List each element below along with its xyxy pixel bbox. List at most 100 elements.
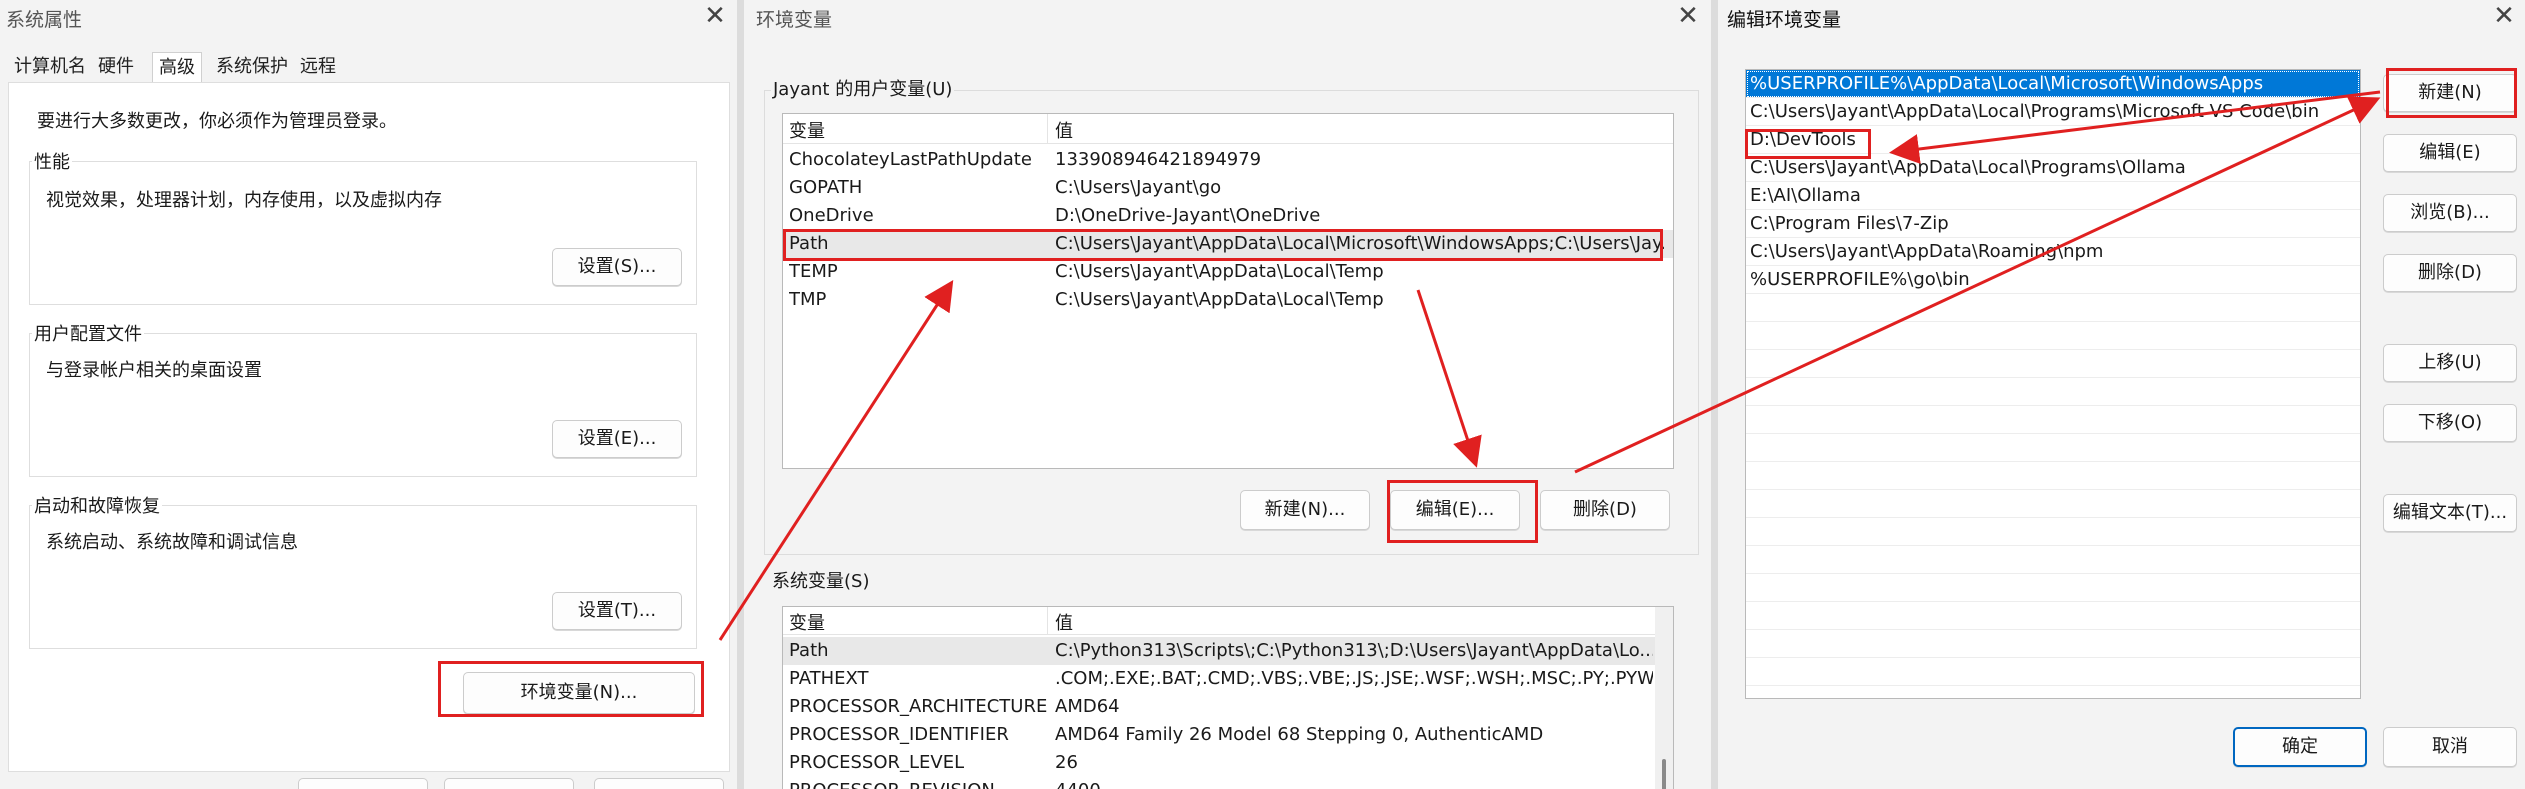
column-variable[interactable]: 变量	[789, 609, 825, 635]
user-profiles-settings-button[interactable]: 设置(E)...	[552, 420, 682, 458]
empty-list-row[interactable]	[1746, 406, 2360, 434]
environment-variables-window: 环境变量 ✕ Jayant 的用户变量(U) 变量 值 ChocolateyLa…	[744, 0, 1711, 789]
empty-list-row[interactable]	[1746, 322, 2360, 350]
column-variable[interactable]: 变量	[789, 117, 825, 143]
table-row[interactable]: OneDrive D:\OneDrive-Jayant\OneDrive	[783, 202, 1673, 230]
column-divider[interactable]	[1047, 607, 1048, 635]
path-list[interactable]: %USERPROFILE%\AppData\Local\Microsoft\Wi…	[1745, 69, 2361, 699]
tab-strip: 计算机名 硬件 高级 系统保护 远程	[8, 52, 342, 82]
empty-list-row[interactable]	[1746, 490, 2360, 518]
var-value: C:\Users\Jayant\go	[1055, 177, 1222, 198]
user-variables-table[interactable]: 变量 值 ChocolateyLastPathUpdate 1339089464…	[782, 113, 1674, 469]
list-item[interactable]: C:\Program Files\7-Zip	[1746, 210, 2360, 238]
startup-recovery-desc: 系统启动、系统故障和调试信息	[46, 532, 298, 553]
empty-list-row[interactable]	[1746, 602, 2360, 630]
column-value[interactable]: 值	[1055, 117, 1073, 143]
table-row[interactable]: PROCESSOR_REVISION 4400	[783, 777, 1673, 789]
system-variables-table[interactable]: 变量 值 Path C:\Python313\Scripts\;C:\Pytho…	[782, 606, 1674, 789]
empty-list-row[interactable]	[1746, 546, 2360, 574]
performance-group: 性能 视觉效果，处理器计划，内存使用，以及虚拟内存 设置(S)...	[29, 148, 697, 305]
performance-settings-button[interactable]: 设置(S)...	[552, 248, 682, 286]
empty-list-row[interactable]	[1746, 378, 2360, 406]
cancel-button[interactable]: 取消	[2383, 727, 2517, 767]
move-down-button[interactable]: 下移(O)	[2383, 404, 2517, 442]
browse-button[interactable]: 浏览(B)...	[2383, 194, 2517, 232]
table-row[interactable]: PROCESSOR_ARCHITECTURE AMD64	[783, 693, 1673, 721]
user-new-button[interactable]: 新建(N)...	[1240, 490, 1370, 530]
advanced-tab-page: 要进行大多数更改，你必须作为管理员登录。 性能 视觉效果，处理器计划，内存使用，…	[8, 82, 730, 772]
var-value: .COM;.EXE;.BAT;.CMD;.VBS;.VBE;.JS;.JSE;.…	[1055, 668, 1653, 689]
list-item[interactable]: %USERPROFILE%\go\bin	[1746, 266, 2360, 294]
table-row[interactable]: PROCESSOR_IDENTIFIER AMD64 Family 26 Mod…	[783, 721, 1673, 749]
dialog-button-partial[interactable]	[298, 778, 428, 789]
table-row[interactable]: TEMP C:\Users\Jayant\AppData\Local\Temp	[783, 258, 1673, 286]
system-properties-window: 系统属性 ✕ 计算机名 硬件 高级 系统保护 远程 要进行大多数更改，你必须作为…	[0, 0, 737, 789]
table-row[interactable]: PATHEXT .COM;.EXE;.BAT;.CMD;.VBS;.VBE;.J…	[783, 665, 1673, 693]
empty-list-row[interactable]	[1746, 574, 2360, 602]
tab-hardware[interactable]: 硬件	[92, 52, 140, 82]
table-row[interactable]: PROCESSOR_LEVEL 26	[783, 749, 1673, 777]
table-row[interactable]: TMP C:\Users\Jayant\AppData\Local\Temp	[783, 286, 1673, 314]
empty-list-row[interactable]	[1746, 350, 2360, 378]
list-item[interactable]: E:\AI\Ollama	[1746, 182, 2360, 210]
dialog-button-partial[interactable]	[594, 778, 724, 789]
new-path-button[interactable]: 新建(N)	[2383, 74, 2517, 112]
var-value: 26	[1055, 752, 1078, 773]
user-edit-button[interactable]: 编辑(E)...	[1390, 490, 1520, 530]
tab-computer-name[interactable]: 计算机名	[8, 52, 92, 82]
empty-list-row[interactable]	[1746, 630, 2360, 658]
empty-list-row[interactable]	[1746, 462, 2360, 490]
window-title: 编辑环境变量	[1727, 9, 1842, 31]
var-name: PROCESSOR_REVISION	[789, 780, 995, 789]
user-profiles-desc: 与登录帐户相关的桌面设置	[46, 360, 262, 381]
tab-remote[interactable]: 远程	[294, 52, 342, 82]
var-value: 4400	[1055, 780, 1653, 789]
close-icon[interactable]: ✕	[1674, 2, 1702, 30]
var-name: TMP	[789, 289, 827, 310]
user-delete-button[interactable]: 删除(D)	[1540, 490, 1670, 530]
admin-note: 要进行大多数更改，你必须作为管理员登录。	[37, 111, 397, 132]
list-item[interactable]: C:\Users\Jayant\AppData\Local\Programs\M…	[1746, 98, 2360, 126]
window-title: 系统属性	[6, 9, 83, 31]
list-item[interactable]: C:\Users\Jayant\AppData\Roaming\npm	[1746, 238, 2360, 266]
table-row[interactable]: ChocolateyLastPathUpdate 133908946421894…	[783, 146, 1673, 174]
environment-variables-button[interactable]: 环境变量(N)...	[463, 672, 695, 714]
user-variables-label: Jayant 的用户变量(U)	[771, 75, 955, 101]
column-value[interactable]: 值	[1055, 609, 1073, 635]
close-icon[interactable]: ✕	[2490, 2, 2518, 30]
move-up-button[interactable]: 上移(U)	[2383, 344, 2517, 382]
performance-label: 性能	[32, 148, 72, 174]
var-value: C:\Python313\Scripts\;C:\Python313\;D:\U…	[1055, 640, 1653, 661]
list-item[interactable]: D:\DevTools	[1746, 126, 2360, 154]
tab-system-protection[interactable]: 系统保护	[210, 52, 294, 82]
edit-text-button[interactable]: 编辑文本(T)...	[2383, 494, 2517, 532]
empty-list-row[interactable]	[1746, 518, 2360, 546]
column-divider[interactable]	[1047, 114, 1048, 144]
empty-list-row[interactable]	[1746, 434, 2360, 462]
var-name: GOPATH	[789, 177, 863, 198]
close-icon[interactable]: ✕	[701, 2, 729, 30]
table-header: 变量 值	[783, 607, 1673, 635]
startup-recovery-settings-button[interactable]: 设置(T)...	[552, 592, 682, 630]
empty-list-row[interactable]	[1746, 658, 2360, 686]
list-item-selected[interactable]: %USERPROFILE%\AppData\Local\Microsoft\Wi…	[1746, 70, 2360, 98]
var-name: PROCESSOR_LEVEL	[789, 752, 965, 773]
edit-path-button[interactable]: 编辑(E)	[2383, 134, 2517, 172]
user-profiles-label: 用户配置文件	[32, 320, 144, 346]
scrollbar-thumb[interactable]	[1662, 759, 1666, 789]
vertical-scrollbar[interactable]	[1655, 607, 1673, 789]
startup-recovery-label: 启动和故障恢复	[32, 492, 162, 518]
var-name: ChocolateyLastPathUpdate	[789, 149, 1032, 170]
table-row-selected[interactable]: Path C:\Users\Jayant\AppData\Local\Micro…	[783, 230, 1673, 258]
ok-button[interactable]: 确定	[2233, 727, 2367, 767]
empty-list-row[interactable]	[1746, 294, 2360, 322]
var-value: C:\Users\Jayant\AppData\Local\Microsoft\…	[1055, 233, 1667, 254]
tab-advanced[interactable]: 高级	[152, 52, 202, 82]
var-value: C:\Users\Jayant\AppData\Local\Temp	[1055, 261, 1384, 282]
var-name: TEMP	[789, 261, 838, 282]
delete-path-button[interactable]: 删除(D)	[2383, 254, 2517, 292]
table-row[interactable]: GOPATH C:\Users\Jayant\go	[783, 174, 1673, 202]
table-row-selected[interactable]: Path C:\Python313\Scripts\;C:\Python313\…	[783, 637, 1673, 665]
dialog-button-partial[interactable]	[444, 778, 574, 789]
list-item[interactable]: C:\Users\Jayant\AppData\Local\Programs\O…	[1746, 154, 2360, 182]
